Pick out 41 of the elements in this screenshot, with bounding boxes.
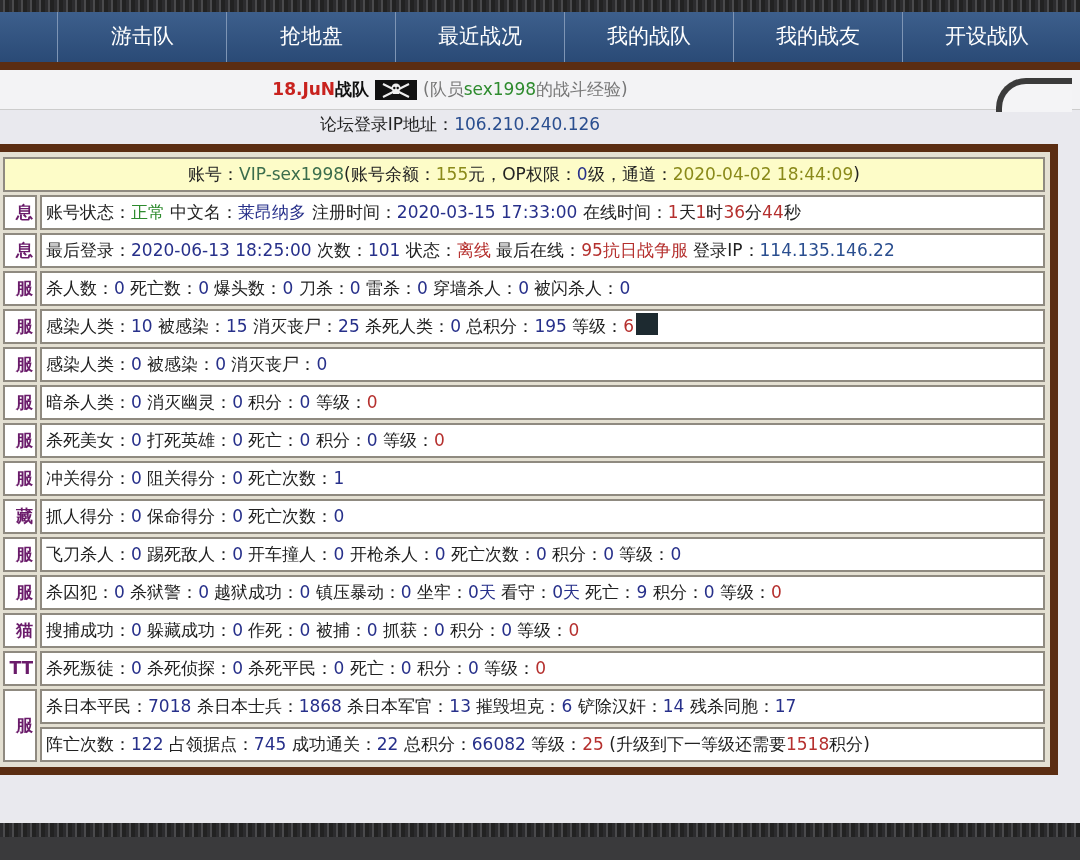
nav-link[interactable]: 最近战况 bbox=[395, 12, 564, 62]
stats-text: 最后登录：2020-06-13 18:25:00 次数：101 状态：离线 最后在线：95抗日战争服 登录IP：114.135.146.22 bbox=[46, 239, 895, 260]
stats-text: 杀囚犯：0 杀狱警：0 越狱成功：0 镇压暴动：0 坐牢：0天 看守：0天 死亡：9 积分：0 等级：0 bbox=[46, 581, 782, 602]
stats-text: 阵亡次数：122 占领据点：745 成功通关：22 总积分：66082 等级：25 (升级到下一等级还需要1518积分) bbox=[46, 733, 870, 754]
team-title: 18.JuN战队 bbox=[272, 77, 370, 101]
stats-text: 搜捕成功：0 躲藏成功：0 作死：0 被捕：0 抓获：0 积分：0 等级：0 bbox=[46, 619, 580, 640]
stats-text: 账号状态：正常 中文名：莱昂纳多 注册时间：2020-03-15 17:33:00 在线时间：1天1时36分44秒 bbox=[46, 201, 801, 222]
team-subtitle: (队员sex1998的战斗经验) bbox=[423, 77, 628, 101]
category-label: 息 bbox=[3, 233, 37, 268]
category-label: 服 bbox=[3, 271, 37, 306]
account-text: 账号：VIP-sex1998(账号余额：155元，OP权限：0级，通道：2020-04-02 18:44:09) bbox=[188, 163, 860, 184]
nav-link[interactable]: 我的战友 bbox=[733, 12, 902, 62]
category-label: 服 bbox=[3, 423, 37, 458]
stats-text: 感染人类：10 被感染：15 消灭丧尸：25 杀死人类：0 总积分：195 等级：6 bbox=[46, 316, 635, 337]
stats-text: 杀日本平民：7018 杀日本士兵：1868 杀日本军官：13 摧毁坦克：6 铲除汉奸：14 残杀同胞：17 bbox=[46, 695, 797, 716]
category-label: 服 bbox=[3, 385, 37, 420]
category-label: 服 bbox=[3, 309, 37, 344]
category-label: 服 bbox=[3, 689, 37, 762]
avatar-placeholder bbox=[636, 313, 659, 336]
category-label: 藏 bbox=[3, 499, 37, 534]
category-label: 服 bbox=[3, 537, 37, 572]
stats-text: 杀人数：0 死亡数：0 爆头数：0 刀杀：0 雷杀：0 穿墙杀人：0 被闪杀人：0 bbox=[46, 277, 631, 298]
category-label: 猫 bbox=[3, 613, 37, 648]
category-label: TT bbox=[3, 651, 37, 686]
ip-address-text: 论坛登录IP地址：106.210.240.126 bbox=[319, 113, 601, 137]
category-label: 服 bbox=[3, 461, 37, 496]
category-label: 服 bbox=[3, 347, 37, 382]
category-label: 服 bbox=[3, 575, 37, 610]
stats-text: 冲关得分：0 阻关得分：0 死亡次数：1 bbox=[46, 467, 345, 488]
category-label: 息 bbox=[3, 195, 37, 230]
skull-flag-icon bbox=[375, 79, 418, 100]
stats-text: 飞刀杀人：0 踢死敌人：0 开车撞人：0 开枪杀人：0 死亡次数：0 积分：0 等级：0 bbox=[46, 543, 682, 564]
stats-text: 感染人类：0 被感染：0 消灭丧尸：0 bbox=[46, 353, 328, 374]
nav-link[interactable]: 开设战队 bbox=[902, 12, 1071, 62]
stats-text: 暗杀人类：0 消灭幽灵：0 积分：0 等级：0 bbox=[46, 391, 378, 412]
stats-text: 抓人得分：0 保命得分：0 死亡次数：0 bbox=[46, 505, 345, 526]
nav-link[interactable]: 游击队 bbox=[57, 12, 226, 62]
nav-link[interactable]: 抢地盘 bbox=[226, 12, 395, 62]
stats-text: 杀死美女：0 打死英雄：0 死亡：0 积分：0 等级：0 bbox=[46, 429, 445, 450]
nav-link[interactable]: 我的战队 bbox=[564, 12, 733, 62]
stats-text: 杀死叛徒：0 杀死侦探：0 杀死平民：0 死亡：0 积分：0 等级：0 bbox=[46, 657, 546, 678]
